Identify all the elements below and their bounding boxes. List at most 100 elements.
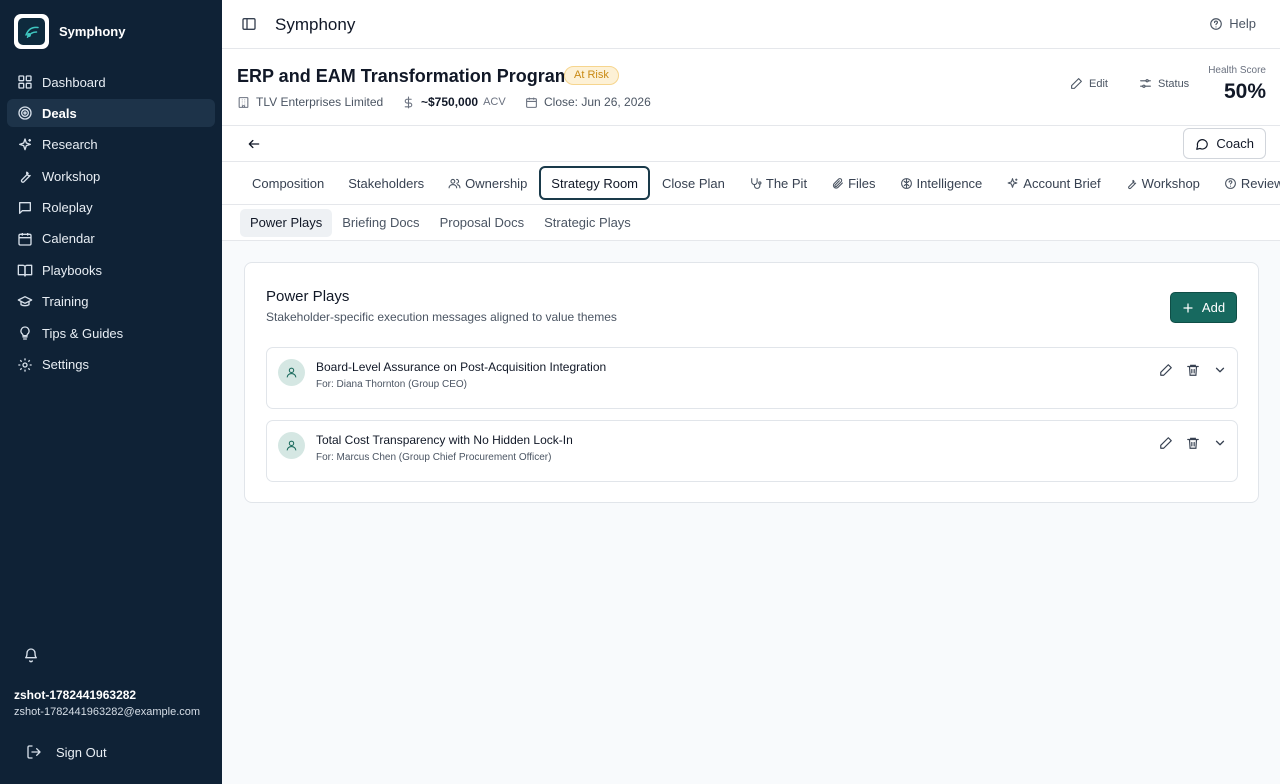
tab-label: Workshop <box>1141 175 1200 191</box>
subtab-power-plays[interactable]: Power Plays <box>240 208 333 237</box>
status-button[interactable]: Status <box>1139 77 1189 90</box>
calendar-icon <box>17 231 33 247</box>
sidebar-item-label: Training <box>42 294 89 310</box>
wrench-icon <box>1125 177 1138 190</box>
back-row: Coach <box>222 126 1280 162</box>
sidebar-item-workshop[interactable]: Workshop <box>7 162 215 190</box>
add-label: Add <box>1201 300 1226 315</box>
chat-icon <box>17 200 33 216</box>
status-label: Status <box>1158 77 1190 90</box>
tab-review-items[interactable]: Review Items <box>1212 166 1280 200</box>
target-icon <box>17 105 33 121</box>
power-play-title: Board-Level Assurance on Post-Acquisitio… <box>316 360 607 374</box>
sidebar-item-label: Dashboard <box>42 74 106 90</box>
edit-pencil-icon[interactable] <box>1159 363 1173 377</box>
question-circle-icon <box>1224 177 1237 190</box>
power-play-stakeholder: For: Diana Thornton (Group CEO) <box>316 379 467 390</box>
tab-stakeholders[interactable]: Stakeholders <box>336 166 436 200</box>
tab-the-pit[interactable]: The Pit <box>737 166 819 200</box>
log-out-icon <box>26 744 42 760</box>
wrench-icon <box>17 168 33 184</box>
graduation-cap-icon <box>17 294 33 310</box>
arrow-left-icon[interactable] <box>247 137 261 151</box>
add-power-play-button[interactable]: Add <box>1170 292 1237 323</box>
toggle-sidebar-icon[interactable] <box>241 16 257 32</box>
deal-title: ERP and EAM Transformation Program <box>237 66 571 86</box>
deal-value-unit: ACV <box>483 96 506 108</box>
dollar-icon <box>402 96 415 109</box>
sidebar-item-label: Tips & Guides <box>42 325 124 341</box>
tab-label: Account Brief <box>1023 175 1101 191</box>
tab-intelligence[interactable]: Intelligence <box>888 166 995 200</box>
help-label: Help <box>1229 16 1256 31</box>
deal-value: ~$750,000 <box>421 95 479 109</box>
bell-icon[interactable] <box>23 647 39 663</box>
user-icon <box>278 359 305 386</box>
sidebar-item-roleplay[interactable]: Roleplay <box>7 194 215 222</box>
edit-button[interactable]: Edit <box>1070 77 1108 90</box>
tab-label: Composition <box>252 175 325 191</box>
book-icon <box>17 262 33 278</box>
lightbulb-icon <box>17 325 33 341</box>
subtab-briefing-docs[interactable]: Briefing Docs <box>332 209 429 237</box>
question-circle-icon <box>1209 17 1223 31</box>
user-email: zshot-1782441963282@example.com <box>14 706 201 718</box>
sidebar-item-label: Playbooks <box>42 262 102 278</box>
tab-label: Review Items <box>1240 175 1280 191</box>
section-subtitle: Stakeholder-specific execution messages … <box>266 310 617 324</box>
tab-label: Ownership <box>465 175 528 191</box>
tab-label: Strategy Room <box>551 175 638 191</box>
company-name: TLV Enterprises Limited <box>256 95 384 109</box>
tab-composition[interactable]: Composition <box>240 166 336 200</box>
sidebar-item-label: Research <box>42 137 98 153</box>
status-badge: At Risk <box>564 66 619 85</box>
sidebar-nav: Dashboard Deals Research Workshop Rolepl… <box>7 68 215 382</box>
subtab-proposal-docs[interactable]: Proposal Docs <box>430 209 535 237</box>
coach-label: Coach <box>1216 136 1254 151</box>
tab-label: Intelligence <box>916 175 983 191</box>
trash-icon[interactable] <box>1186 363 1200 377</box>
app-logo <box>14 14 49 49</box>
user-icon <box>278 432 305 459</box>
app-name: Symphony <box>59 24 126 39</box>
sidebar-item-dashboard[interactable]: Dashboard <box>7 68 215 96</box>
sidebar-item-label: Deals <box>42 105 77 121</box>
users-icon <box>448 177 461 190</box>
power-play-stakeholder: For: Marcus Chen (Group Chief Procuremen… <box>316 452 552 463</box>
sidebar-item-tips[interactable]: Tips & Guides <box>7 319 215 347</box>
page-title: Symphony <box>275 15 356 34</box>
sliders-icon <box>1139 77 1152 90</box>
chevron-down-icon[interactable] <box>1213 363 1227 377</box>
tab-account-brief[interactable]: Account Brief <box>994 166 1112 200</box>
help-button[interactable]: Help <box>1209 16 1256 31</box>
sidebar-item-training[interactable]: Training <box>7 288 215 316</box>
chevron-down-icon[interactable] <box>1213 436 1227 450</box>
sidebar-item-settings[interactable]: Settings <box>7 351 215 379</box>
power-play-item[interactable]: Total Cost Transparency with No Hidden L… <box>266 420 1238 482</box>
coach-button[interactable]: Coach <box>1183 128 1266 159</box>
sign-out-label: Sign Out <box>56 744 107 760</box>
sign-out-button[interactable]: Sign Out <box>26 744 107 760</box>
sidebar-item-research[interactable]: Research <box>7 131 215 159</box>
gear-icon <box>17 357 33 373</box>
tab-close-plan[interactable]: Close Plan <box>650 166 737 200</box>
top-bar: Symphony Help <box>222 0 1280 49</box>
sidebar-item-deals[interactable]: Deals <box>7 99 215 128</box>
tab-strategy-room[interactable]: Strategy Room <box>539 166 650 200</box>
deal-header: ERP and EAM Transformation Program At Ri… <box>222 49 1280 126</box>
value-meta: ~$750,000 ACV <box>402 95 506 109</box>
subtab-strategic-plays[interactable]: Strategic Plays <box>534 209 641 237</box>
pencil-icon <box>1070 77 1083 90</box>
tab-workshop[interactable]: Workshop <box>1113 166 1212 200</box>
sidebar-item-playbooks[interactable]: Playbooks <box>7 256 215 284</box>
tab-files[interactable]: Files <box>819 166 887 200</box>
edit-pencil-icon[interactable] <box>1159 436 1173 450</box>
stethoscope-icon <box>749 177 762 190</box>
tab-ownership[interactable]: Ownership <box>436 166 539 200</box>
power-play-item[interactable]: Board-Level Assurance on Post-Acquisitio… <box>266 347 1238 409</box>
grid-icon <box>17 74 33 90</box>
trash-icon[interactable] <box>1186 436 1200 450</box>
sidebar-item-calendar[interactable]: Calendar <box>7 225 215 253</box>
brand[interactable]: Symphony <box>14 14 125 49</box>
power-plays-card: Power Plays Stakeholder-specific executi… <box>244 262 1259 503</box>
